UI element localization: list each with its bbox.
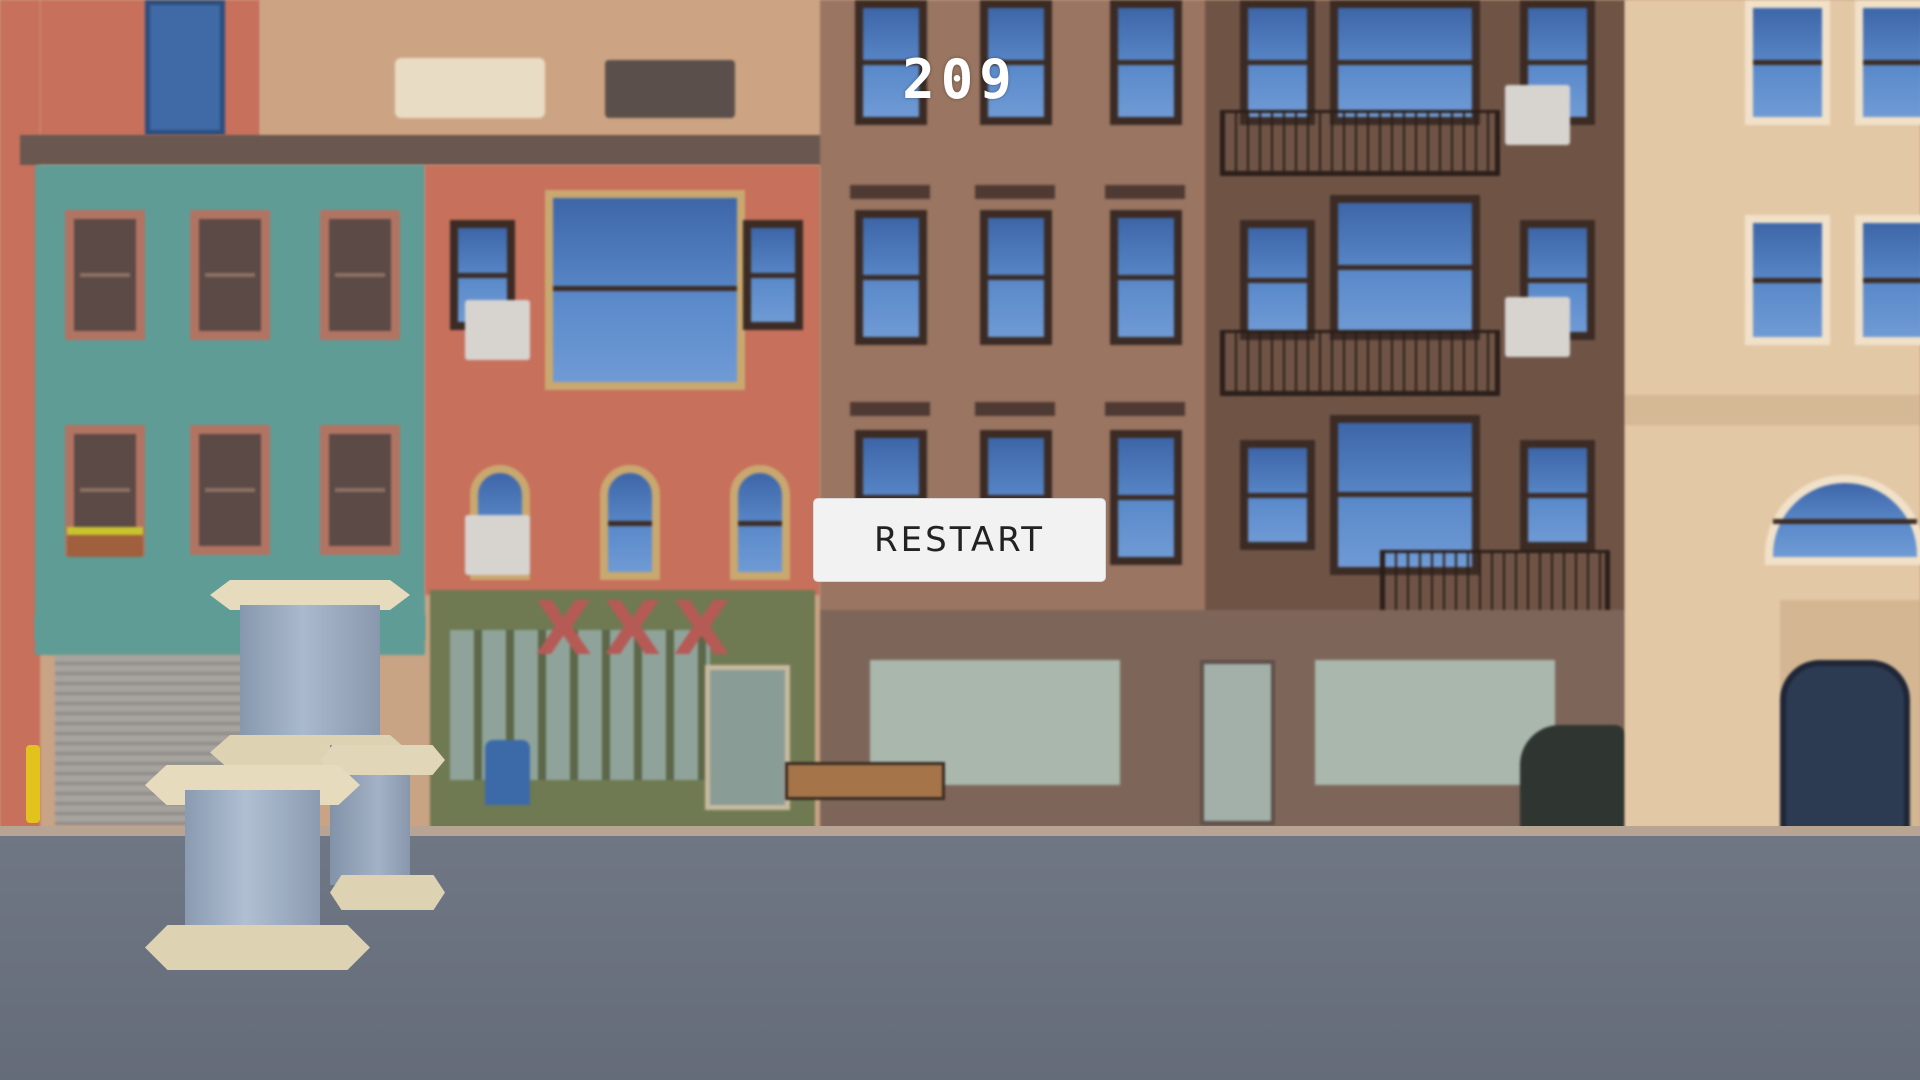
building-brown [820,0,1625,830]
air-conditioner [465,515,530,575]
window [600,465,660,580]
air-conditioner [465,300,530,360]
lintel [975,402,1055,416]
window [65,210,145,340]
flower-box [67,527,143,557]
spool-rim [330,875,445,910]
window [1240,440,1315,550]
window [855,210,927,345]
window [980,210,1052,345]
player-spools [140,575,450,1005]
window [730,465,790,580]
building-teal [35,165,425,640]
lintel [1105,185,1185,199]
yellow-bollard [26,745,40,823]
lintel [850,185,930,199]
fire-escape-balcony [1220,330,1500,396]
window [1110,210,1182,345]
building-left-edge [0,0,40,840]
sign-xxx: XXX [535,586,743,672]
cornice [20,135,830,165]
window [743,220,803,330]
trash-bin [1520,725,1625,830]
window [190,425,270,555]
building-cream [1625,0,1920,840]
arched-window [1765,475,1920,565]
fire-escape-balcony [1380,550,1610,616]
window [1240,220,1315,340]
lintel [975,185,1055,199]
restart-button[interactable]: RESTART [813,498,1106,582]
air-conditioner [1505,297,1570,357]
mailbox [485,740,530,805]
lintel [1105,402,1185,416]
window [1520,440,1595,550]
building-brick [425,165,820,595]
storefront-window [1315,660,1555,785]
front-door [1780,660,1910,840]
shop-door [705,665,790,810]
window [1110,430,1182,565]
storefront-green: XXX [430,586,815,830]
cornice [1625,395,1920,425]
spool-rim [145,925,370,970]
shop-door [1200,660,1275,825]
window [190,210,270,340]
fire-escape-balcony [1220,110,1500,176]
score-display: 209 [902,48,1018,111]
lintel [850,402,930,416]
window [545,190,745,390]
window [1855,215,1920,345]
window [1330,195,1480,340]
bench [785,762,945,800]
window [320,425,400,555]
window [1745,215,1830,345]
spool-body [240,605,380,745]
window [320,210,400,340]
